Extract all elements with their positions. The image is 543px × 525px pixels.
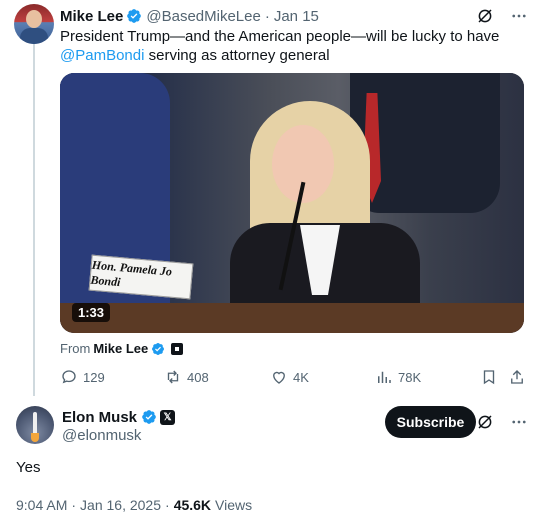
parent-tweet-text: President Trump—and the American people—… [60,27,530,65]
bookmark-icon [483,370,495,385]
video-player[interactable]: Hon. Pamela Jo Bondi 1:33 [60,73,524,333]
views-count-main: 45.6K [173,497,212,513]
main-handle[interactable]: @elonmusk [62,427,141,444]
thread-connector-line [33,44,35,396]
parent-action-bar: 129 408 4K 78K [60,366,528,388]
verified-badge-icon [127,9,142,23]
x-affiliate-badge-icon: 𝕏 [160,409,176,425]
avatar-elon-musk[interactable] [16,406,54,444]
like-count: 4K [293,369,309,385]
meta-separator: · [71,497,77,513]
meta-separator-2: · [165,497,170,513]
main-tweet-meta: 9:04 AM · Jan 16, 2025 · 45.6K Views [16,497,252,513]
header-separator: · [264,7,270,25]
from-label: From [60,341,91,356]
views-count: 78K [398,369,422,385]
more-icon[interactable] [509,6,529,26]
reply-icon [62,370,76,384]
avatar-mike-lee[interactable] [14,4,54,44]
parent-top-icons [475,6,529,26]
views-label: Views [215,497,253,513]
repost-icon [167,370,179,384]
views-icon [378,371,391,383]
repost-count: 408 [187,369,209,385]
parent-text-part-end: serving as attorney general [144,47,330,64]
grok-icon[interactable] [475,6,495,26]
reply-button[interactable]: 129 [60,366,105,388]
main-top-icons [475,412,529,432]
verified-badge-icon [152,342,165,355]
share-button[interactable] [508,366,526,388]
main-tweet-text: Yes [16,459,41,476]
mention-link[interactable]: @PamBondi [60,47,144,64]
affiliate-square-icon [171,342,184,355]
parent-author-name[interactable]: Mike Lee [60,8,123,25]
share-icon [511,370,523,384]
repost-button[interactable]: 408 [164,366,209,388]
from-name-link[interactable]: Mike Lee [93,341,148,356]
parent-date[interactable]: Jan 15 [274,8,319,25]
parent-text-part: President Trump—and the American people—… [60,28,500,45]
main-author-row: Elon Musk 𝕏 [62,408,176,426]
video-source-attribution: From Mike Lee [60,341,184,356]
video-duration-badge: 1:33 [72,303,111,322]
verified-badge-icon [142,410,156,424]
placard-text: Hon. Pamela Jo Bondi [89,257,173,290]
tweet-time[interactable]: 9:04 AM [16,497,67,513]
main-author-name[interactable]: Elon Musk [62,409,137,426]
subscribe-button[interactable]: Subscribe [385,406,476,438]
reply-count: 129 [83,369,105,385]
like-icon [273,371,285,384]
grok-icon[interactable] [475,412,495,432]
parent-tweet-header: Mike Lee @BasedMikeLee · Jan 15 [60,6,319,26]
more-icon[interactable] [509,412,529,432]
like-button[interactable]: 4K [270,366,309,388]
views-button[interactable]: 78K [375,366,421,388]
parent-handle[interactable]: @BasedMikeLee [146,8,260,25]
tweet-date[interactable]: Jan 16, 2025 [80,497,161,513]
bookmark-button[interactable] [480,366,498,388]
